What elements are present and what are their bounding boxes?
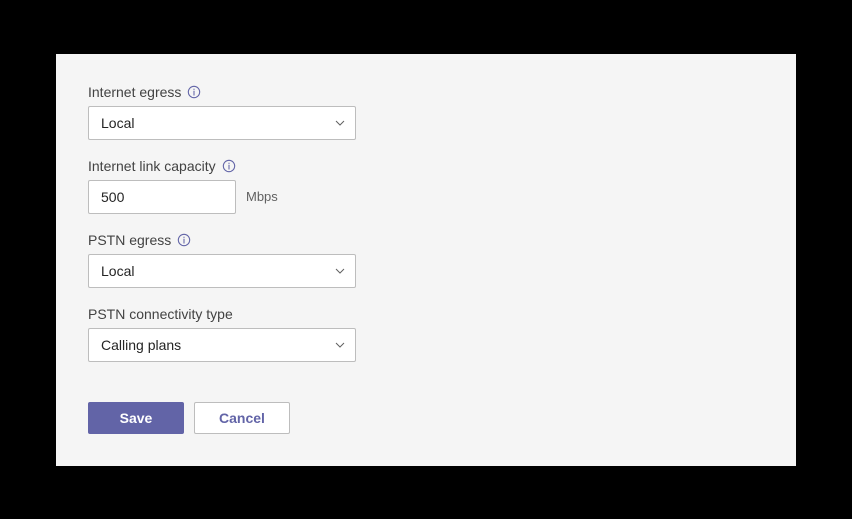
pstn-egress-select[interactable]: Local (88, 254, 356, 288)
action-buttons: Save Cancel (88, 402, 764, 434)
internet-link-capacity-label: Internet link capacity (88, 158, 764, 174)
pstn-connectivity-type-field: PSTN connectivity type Calling plans (88, 306, 764, 362)
internet-egress-select[interactable]: Local (88, 106, 356, 140)
label-text: Internet link capacity (88, 158, 216, 174)
info-icon[interactable] (177, 233, 191, 247)
select-value: Local (88, 106, 356, 140)
capacity-unit: Mbps (246, 189, 278, 204)
info-icon[interactable] (187, 85, 201, 99)
internet-link-capacity-field: Internet link capacity Mbps (88, 158, 764, 214)
settings-panel: Internet egress Local Internet link capa… (56, 54, 796, 466)
label-text: PSTN connectivity type (88, 306, 233, 322)
internet-egress-field: Internet egress Local (88, 84, 764, 140)
save-button[interactable]: Save (88, 402, 184, 434)
cancel-button[interactable]: Cancel (194, 402, 290, 434)
select-value: Local (88, 254, 356, 288)
label-text: PSTN egress (88, 232, 171, 248)
pstn-egress-field: PSTN egress Local (88, 232, 764, 288)
internet-egress-label: Internet egress (88, 84, 764, 100)
pstn-connectivity-type-label: PSTN connectivity type (88, 306, 764, 322)
capacity-input[interactable] (88, 180, 236, 214)
select-value: Calling plans (88, 328, 356, 362)
pstn-egress-label: PSTN egress (88, 232, 764, 248)
info-icon[interactable] (222, 159, 236, 173)
pstn-connectivity-type-select[interactable]: Calling plans (88, 328, 356, 362)
capacity-input-row: Mbps (88, 180, 764, 214)
label-text: Internet egress (88, 84, 181, 100)
